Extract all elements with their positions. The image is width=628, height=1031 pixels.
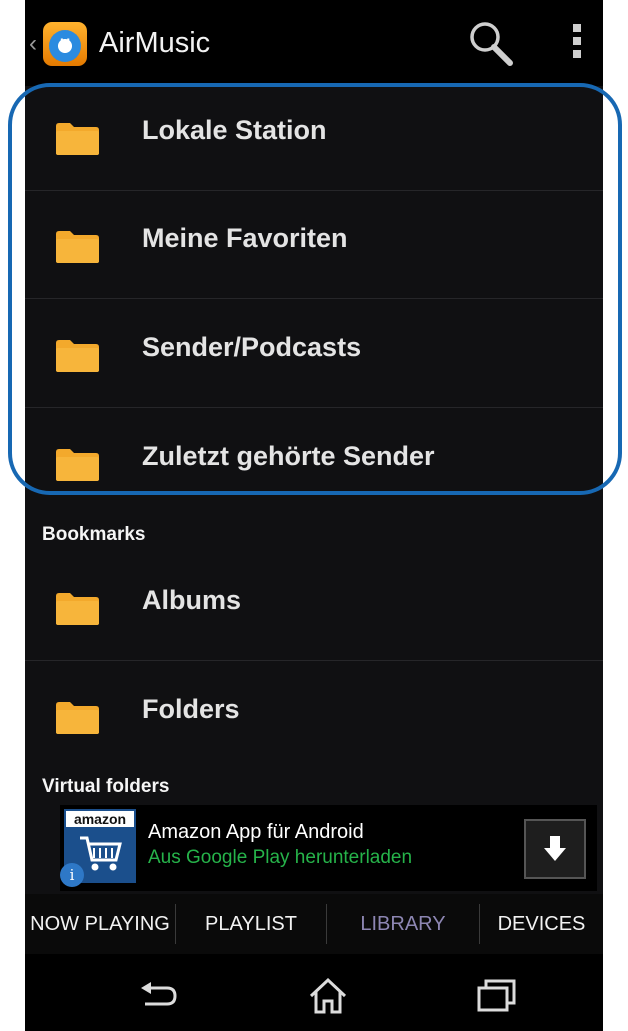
app-title: AirMusic	[99, 27, 211, 59]
home-icon[interactable]	[307, 974, 349, 1016]
list-item-label: Albums	[142, 585, 242, 615]
recent-apps-icon[interactable]	[475, 974, 517, 1016]
list-item-folders[interactable]: Folders	[25, 661, 603, 769]
ad-subtitle: Aus Google Play herunterladen	[148, 847, 413, 868]
ad-banner[interactable]: amazon i Amazon App für Android Aus Goog…	[60, 805, 597, 891]
system-nav-bar	[25, 954, 603, 1031]
folder-icon	[56, 593, 99, 625]
section-header-virtual-folders: Virtual folders	[42, 776, 170, 797]
tab-devices[interactable]: DEVICES	[480, 894, 603, 954]
tab-now-playing[interactable]: NOW PLAYING	[25, 894, 175, 954]
search-icon[interactable]	[465, 18, 515, 68]
tab-library[interactable]: LIBRARY	[327, 894, 479, 954]
highlight-outline	[8, 83, 622, 495]
airmusic-app-icon[interactable]: U	[43, 22, 87, 66]
folder-icon	[56, 702, 99, 734]
up-chevron-icon[interactable]: ‹	[29, 30, 37, 58]
list-item-albums[interactable]: Albums	[25, 552, 603, 661]
back-icon[interactable]	[137, 974, 179, 1016]
list-item-label: Folders	[142, 694, 240, 724]
app-icon-letter: U	[59, 35, 71, 51]
tab-playlist[interactable]: PLAYLIST	[176, 894, 326, 954]
bottom-tab-bar: NOW PLAYING PLAYLIST LIBRARY DEVICES	[25, 894, 603, 954]
section-header-bookmarks: Bookmarks	[42, 524, 146, 545]
ad-info-icon[interactable]: i	[60, 863, 84, 887]
download-arrow-icon	[544, 836, 566, 861]
action-bar: ‹ U AirMusic	[25, 0, 603, 86]
overflow-menu-icon[interactable]	[573, 24, 583, 64]
ad-download-button[interactable]	[524, 819, 586, 879]
amazon-brand-label: amazon	[66, 811, 134, 827]
shopping-cart-icon	[80, 836, 122, 871]
ad-title: Amazon App für Android	[148, 821, 364, 843]
